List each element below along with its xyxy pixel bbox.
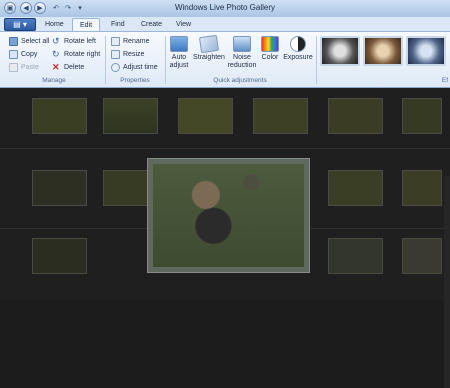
rename-icon [111, 37, 120, 46]
straighten-icon [198, 34, 220, 54]
photo-thumbnail[interactable] [402, 98, 442, 134]
photo-hover-preview[interactable] [147, 158, 310, 273]
photo-thumbnail[interactable] [402, 238, 442, 274]
rotate-left-icon: ↺ [52, 36, 60, 46]
delete-icon: ✕ [52, 62, 60, 72]
delete-button[interactable]: ✕ Delete [52, 62, 84, 73]
noise-reduction-button[interactable]: Noise reduction [227, 36, 257, 70]
title-bar: ▣ ◀ ▶ ↶ ↷ ▾ Windows Live Photo Gallery [0, 0, 450, 17]
paste-icon [9, 63, 18, 72]
copy-icon [9, 50, 18, 59]
paste-button[interactable]: Paste [9, 62, 39, 73]
vertical-scrollbar[interactable] [444, 176, 450, 388]
tab-view[interactable]: View [169, 18, 198, 32]
clock-icon [111, 63, 120, 72]
auto-adjust-button[interactable]: Auto adjust [167, 36, 191, 70]
rotate-right-icon: ↻ [52, 49, 60, 59]
effect-black-and-white[interactable] [320, 36, 360, 66]
photo-thumbnail[interactable] [32, 238, 87, 274]
effects-gallery [320, 36, 446, 66]
ribbon-separator [316, 36, 317, 84]
tab-home[interactable]: Home [38, 18, 71, 32]
tab-find[interactable]: Find [104, 18, 132, 32]
select-all-icon [9, 37, 18, 46]
group-label-effects: Ef [441, 77, 449, 84]
select-all-button[interactable]: Select all [9, 36, 49, 47]
preview-image [153, 164, 304, 267]
rotate-left-button[interactable]: ↺ Rotate left [52, 36, 96, 47]
effect-sepia[interactable] [363, 36, 403, 66]
color-icon [261, 36, 279, 52]
rotate-right-button[interactable]: ↻ Rotate right [52, 49, 100, 60]
exposure-button[interactable]: Exposure [283, 36, 313, 62]
group-label-quick-adjustments: Quick adjustments [213, 77, 267, 84]
app-menu-button[interactable]: ▤ ▾ [4, 18, 36, 31]
ribbon-tabs: ▤ ▾ Home Edit Find Create View [0, 17, 450, 32]
photo-thumbnail[interactable] [253, 98, 308, 134]
exposure-icon [290, 36, 306, 52]
window-title: Windows Live Photo Gallery [174, 3, 276, 12]
straighten-button[interactable]: Straighten [192, 34, 226, 62]
photo-thumbnail[interactable] [328, 98, 383, 134]
photo-thumbnail[interactable] [32, 170, 87, 206]
ribbon: Select all Copy Paste ↺ Rotate left ↻ Ro… [0, 31, 450, 88]
effect-cyan-tone[interactable] [406, 36, 446, 66]
photo-thumbnail[interactable] [178, 98, 233, 134]
copy-button[interactable]: Copy [9, 49, 37, 60]
row-divider [0, 148, 450, 149]
photo-thumbnail[interactable] [328, 170, 383, 206]
noise-reduction-icon [233, 36, 251, 52]
group-label-properties: Properties [120, 77, 150, 84]
resize-icon [111, 50, 120, 59]
tab-create[interactable]: Create [134, 18, 169, 32]
resize-button[interactable]: Resize [111, 49, 144, 60]
photo-thumbnail[interactable] [32, 98, 87, 134]
group-label-manage: Manage [42, 77, 66, 84]
auto-adjust-icon [170, 36, 188, 52]
color-button[interactable]: Color [258, 36, 282, 62]
tab-edit[interactable]: Edit [72, 18, 101, 32]
photo-thumbnail[interactable] [402, 170, 442, 206]
photo-thumbnail[interactable] [328, 238, 383, 274]
rename-button[interactable]: Rename [111, 36, 149, 47]
photo-thumbnail[interactable] [103, 98, 158, 134]
adjust-time-button[interactable]: Adjust time [111, 62, 158, 73]
